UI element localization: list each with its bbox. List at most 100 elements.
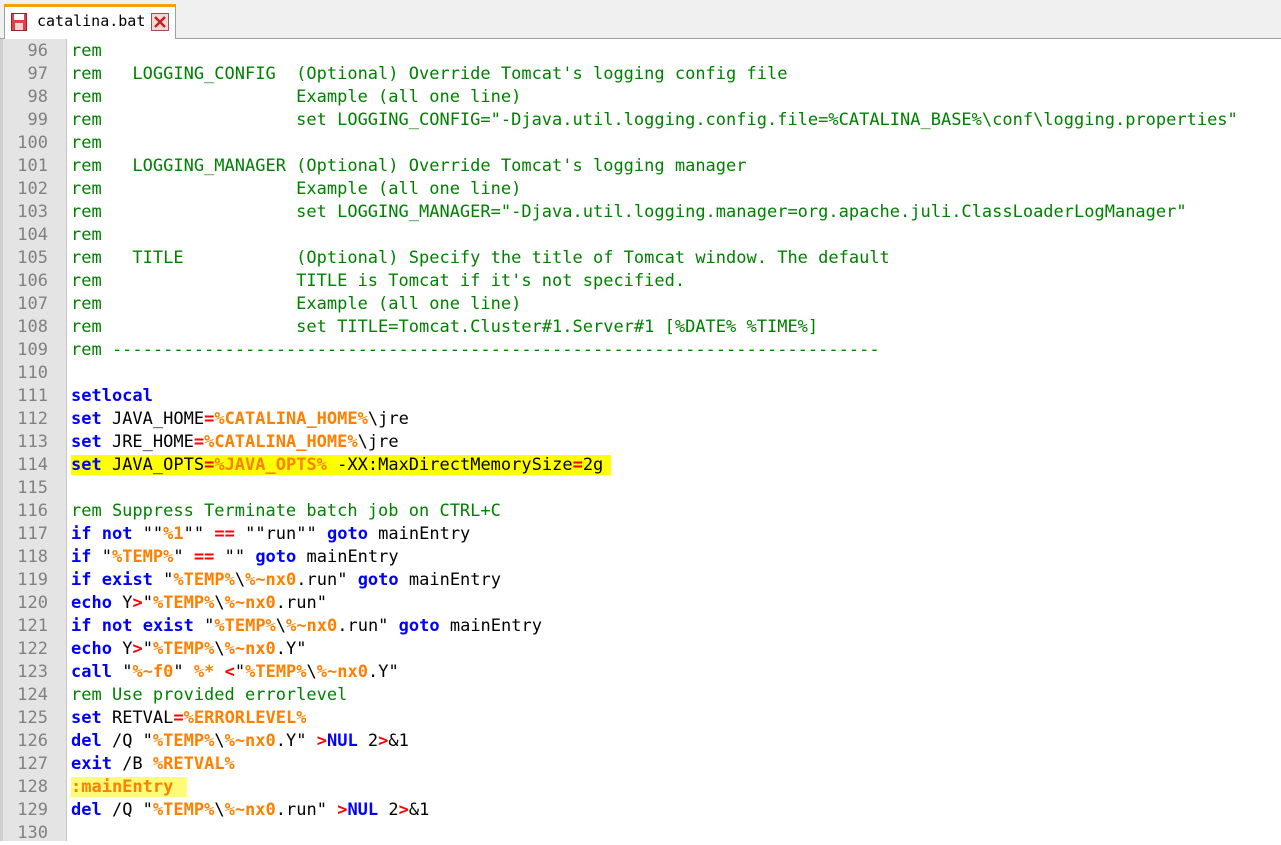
- code-token: \jre: [367, 409, 409, 429]
- code-line[interactable]: rem TITLE is Tomcat if it's not specifie…: [71, 270, 685, 293]
- code-token: setlocal: [71, 386, 153, 406]
- tab-catalina-bat[interactable]: catalina.bat: [4, 4, 176, 39]
- code-line[interactable]: rem Example (all one line): [71, 293, 521, 316]
- code-content: rem Suppress Terminate batch job on CTRL…: [71, 501, 501, 521]
- code-token: %CATALINA_HOME%: [214, 409, 368, 429]
- code-token: >: [337, 800, 348, 820]
- code-token: .Y": [367, 662, 399, 682]
- code-line[interactable]: rem TITLE (Optional) Specify the title o…: [71, 247, 890, 270]
- code-token: /Q ": [101, 731, 153, 751]
- code-line[interactable]: del /Q "%TEMP%\%~nx0.run" >NUL 2>&1: [71, 799, 429, 822]
- code-content: setlocal: [71, 386, 153, 406]
- code-token: %JAVA_OPTS%: [214, 455, 327, 475]
- line-number: 114: [17, 455, 48, 475]
- code-token: mainEntry: [296, 547, 399, 567]
- code-token: %CATALINA_HOME%: [204, 432, 358, 452]
- code-token: %RETVAL%: [152, 754, 235, 774]
- code-line[interactable]: call "%~f0" %* <"%TEMP%\%~nx0.Y": [71, 661, 399, 684]
- code-token: &1: [408, 800, 430, 820]
- code-token: "": [214, 547, 256, 567]
- code-token: ": [152, 570, 174, 590]
- line-number: 112: [17, 409, 48, 429]
- code-line[interactable]: del /Q "%TEMP%\%~nx0.Y" >NUL 2>&1: [71, 730, 409, 753]
- code-token: =: [193, 432, 205, 452]
- code-token: %TEMP%: [245, 662, 307, 682]
- code-line[interactable]: rem LOGGING_CONFIG (Optional) Override T…: [71, 63, 787, 86]
- code-token: \: [214, 800, 225, 820]
- code-token: mainEntry: [398, 570, 501, 590]
- code-line[interactable]: if "%TEMP%" == "" goto mainEntry: [71, 546, 399, 569]
- code-token: =: [204, 455, 215, 475]
- code-content: echo Y>"%TEMP%\%~nx0.run": [71, 593, 327, 613]
- line-number: 111: [17, 386, 48, 406]
- code-line[interactable]: set JAVA_OPTS=%JAVA_OPTS% -XX:MaxDirectM…: [71, 454, 612, 477]
- code-line[interactable]: if not exist "%TEMP%\%~nx0.run" goto mai…: [71, 615, 542, 638]
- code-token: goto: [398, 616, 440, 636]
- code-line[interactable]: rem Example (all one line): [71, 86, 521, 109]
- code-line[interactable]: rem LOGGING_MANAGER (Optional) Override …: [71, 155, 747, 178]
- code-line[interactable]: rem set TITLE=Tomcat.Cluster#1.Server#1 …: [71, 316, 818, 339]
- code-token: %TEMP%: [152, 639, 215, 659]
- code-content: if exist "%TEMP%\%~nx0.run" goto mainEnt…: [71, 570, 501, 590]
- code-token: exit: [71, 754, 112, 774]
- tab-bar: catalina.bat: [0, 0, 1281, 39]
- line-number: 108: [17, 317, 48, 337]
- code-line[interactable]: set JAVA_HOME=%CATALINA_HOME%\jre: [71, 408, 409, 431]
- code-line[interactable]: if exist "%TEMP%\%~nx0.run" goto mainEnt…: [71, 569, 501, 592]
- close-icon[interactable]: [151, 13, 169, 31]
- code-line[interactable]: rem: [71, 132, 102, 155]
- code-content: rem: [71, 225, 102, 245]
- code-line[interactable]: rem: [71, 224, 102, 247]
- code-line[interactable]: setlocal: [71, 385, 153, 408]
- code-token: JRE_HOME: [101, 432, 194, 452]
- code-line[interactable]: if not ""%1"" == ""run"" goto mainEntry: [71, 523, 470, 546]
- code-token: .Y": [275, 731, 317, 751]
- code-line[interactable]: rem: [71, 40, 102, 63]
- code-content: rem ------------------------------------…: [71, 340, 880, 360]
- code-line[interactable]: rem Example (all one line): [71, 178, 521, 201]
- line-number: 113: [17, 432, 48, 452]
- code-line[interactable]: :mainEntry: [71, 776, 188, 799]
- line-number: 109: [17, 340, 48, 360]
- code-token: .Y": [275, 639, 307, 659]
- highlighted-code: :mainEntry: [71, 777, 188, 797]
- code-token: rem: [71, 133, 102, 153]
- code-line[interactable]: rem set LOGGING_CONFIG="-Djava.util.logg…: [71, 109, 1238, 132]
- code-token: Y: [111, 639, 133, 659]
- code-line[interactable]: exit /B %RETVAL%: [71, 753, 235, 776]
- line-number: 123: [17, 662, 48, 682]
- code-token: :mainEntry: [71, 777, 174, 797]
- code-token: %~nx0: [224, 800, 276, 820]
- code-token: .run": [296, 570, 358, 590]
- code-token: rem LOGGING_MANAGER (Optional) Override …: [71, 156, 747, 176]
- code-token: 2g: [582, 455, 604, 475]
- code-line[interactable]: set JRE_HOME=%CATALINA_HOME%\jre: [71, 431, 399, 454]
- code-token: %TEMP%: [152, 593, 215, 613]
- code-token: rem set LOGGING_CONFIG="-Djava.util.logg…: [71, 110, 1238, 130]
- code-line[interactable]: rem Use provided errorlevel: [71, 684, 347, 707]
- line-number: 120: [17, 593, 48, 613]
- code-token: %TEMP%: [214, 616, 276, 636]
- code-content: rem set TITLE=Tomcat.Cluster#1.Server#1 …: [71, 317, 818, 337]
- code-line[interactable]: echo Y>"%TEMP%\%~nx0.Y": [71, 638, 307, 661]
- code-line[interactable]: rem set LOGGING_MANAGER="-Djava.util.log…: [71, 201, 1187, 224]
- code-token: NUL: [347, 800, 379, 820]
- code-line[interactable]: rem Suppress Terminate batch job on CTRL…: [71, 500, 501, 523]
- code-token: goto: [357, 570, 399, 590]
- code-token: ==: [193, 547, 215, 567]
- code-content: set RETVAL=%ERRORLEVEL%: [71, 708, 306, 728]
- code-line[interactable]: echo Y>"%TEMP%\%~nx0.run": [71, 592, 327, 615]
- code-token: ": [193, 616, 215, 636]
- code-content: rem LOGGING_CONFIG (Optional) Override T…: [71, 64, 787, 84]
- code-token: %~nx0: [224, 639, 276, 659]
- code-token: "": [183, 524, 215, 544]
- code-line[interactable]: rem ------------------------------------…: [71, 339, 880, 362]
- code-token: set: [71, 409, 102, 429]
- code-token: %TEMP%: [152, 731, 215, 751]
- code-content: rem: [71, 41, 102, 61]
- code-line[interactable]: set RETVAL=%ERRORLEVEL%: [71, 707, 306, 730]
- line-number: 110: [17, 363, 48, 383]
- code-token: %~nx0: [286, 616, 338, 636]
- code-content: rem Example (all one line): [71, 87, 521, 107]
